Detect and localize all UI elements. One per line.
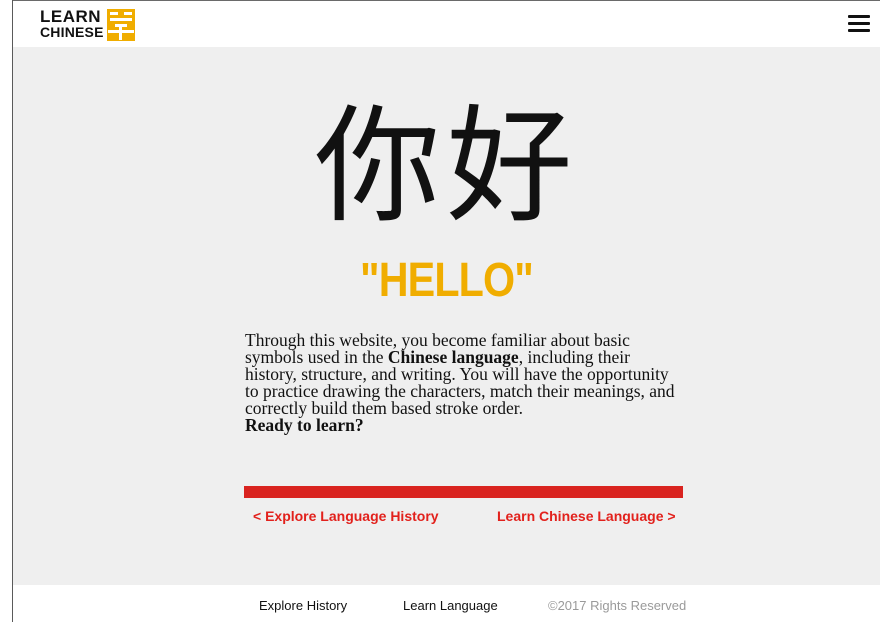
logo-line-learn: LEARN <box>40 7 102 26</box>
ready-prompt: Ready to learn? <box>245 415 364 435</box>
zi-character-logo-icon <box>106 9 135 41</box>
intro-paragraph: Through this website, you become familia… <box>245 331 677 435</box>
logo-text: LEARN CHINESE <box>40 7 104 40</box>
copyright-text: ©2017 Rights Reserved <box>548 598 687 613</box>
menu-bar-middle <box>848 22 870 25</box>
translation-heading: "HELLO" <box>359 254 534 307</box>
explore-history-link[interactable]: < Explore Language History <box>253 508 439 524</box>
hamburger-menu-icon[interactable] <box>848 15 870 33</box>
footer: Explore History Learn Language ©2017 Rig… <box>13 585 880 622</box>
footer-learn-language-link[interactable]: Learn Language <box>403 598 498 613</box>
menu-bar-bottom <box>848 29 870 32</box>
top-navbar: LEARN CHINESE <box>13 0 880 47</box>
learn-language-link[interactable]: Learn Chinese Language > <box>497 508 676 524</box>
divider-bar <box>244 486 683 498</box>
footer-explore-history-link[interactable]: Explore History <box>259 598 347 613</box>
hero-section: 你好 "HELLO" Through this website, you bec… <box>13 47 880 585</box>
page-frame: LEARN CHINESE 你好 "HELLO" Through this we… <box>12 0 880 622</box>
site-logo[interactable]: LEARN CHINESE <box>40 7 136 43</box>
logo-line-chinese: CHINESE <box>40 24 104 40</box>
chinese-characters: 你好 <box>314 93 579 240</box>
menu-bar-top <box>848 15 870 18</box>
